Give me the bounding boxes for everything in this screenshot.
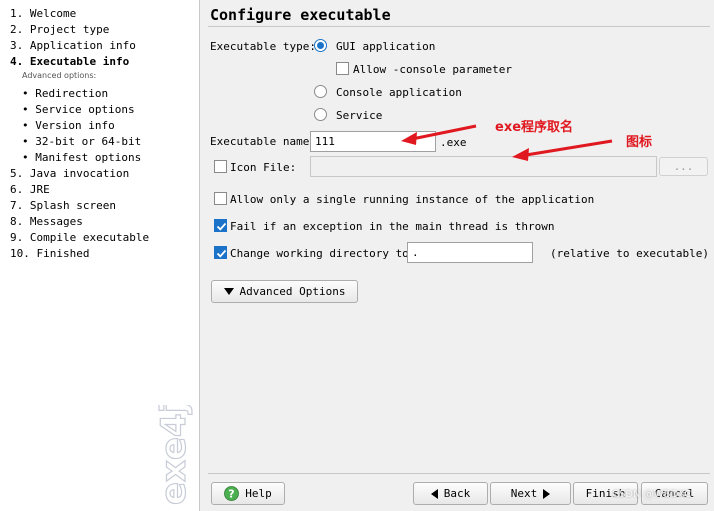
step-project-type[interactable]: 2. Project type xyxy=(10,23,109,36)
icon-file-input[interactable] xyxy=(310,156,657,177)
step-welcome[interactable]: 1. Welcome xyxy=(10,7,76,20)
substep-service-options[interactable]: • Service options xyxy=(22,103,135,116)
relative-note: (relative to executable) xyxy=(550,247,709,260)
back-button[interactable]: Back xyxy=(413,482,488,505)
gui-application-label[interactable]: GUI application xyxy=(336,40,435,53)
icon-file-label[interactable]: Icon File: xyxy=(230,161,296,174)
change-dir-checkbox[interactable] xyxy=(214,246,227,259)
svg-text:exe4j: exe4j xyxy=(154,405,194,505)
triangle-right-icon xyxy=(543,488,551,499)
next-label: Next xyxy=(510,487,538,500)
change-dir-label[interactable]: Change working directory to: xyxy=(230,247,415,260)
executable-name-input[interactable] xyxy=(310,131,436,152)
step-application-info[interactable]: 3. Application info xyxy=(10,39,136,52)
triangle-down-icon xyxy=(223,288,234,295)
single-instance-checkbox[interactable] xyxy=(214,192,227,205)
advanced-options-button[interactable]: Advanced Options xyxy=(211,280,358,303)
triangle-left-icon xyxy=(430,488,438,499)
console-application-radio[interactable] xyxy=(314,85,327,98)
help-label: Help xyxy=(245,487,272,500)
step-finished[interactable]: 10. Finished xyxy=(10,247,89,260)
step-splash-screen[interactable]: 7. Splash screen xyxy=(10,199,116,212)
executable-name-label: Executable name: xyxy=(210,135,316,148)
executable-type-label: Executable type: xyxy=(210,40,316,53)
checkmark-icon xyxy=(216,222,227,231)
exe4j-logo: exe4j xyxy=(153,405,194,505)
watermark: CSDN @WBDXC xyxy=(612,489,692,500)
back-label: Back xyxy=(443,487,471,500)
help-button[interactable]: ? Help xyxy=(211,482,285,505)
fail-exception-label[interactable]: Fail if an exception in the main thread … xyxy=(230,220,555,233)
gui-application-radio[interactable] xyxy=(314,39,327,52)
substep-version-info[interactable]: • Version info xyxy=(22,119,115,132)
substep-32-or-64-bit[interactable]: • 32-bit or 64-bit xyxy=(22,135,141,148)
allow-console-checkbox[interactable] xyxy=(336,62,349,75)
step-messages[interactable]: 8. Messages xyxy=(10,215,83,228)
working-dir-input[interactable] xyxy=(407,242,533,263)
substep-manifest-options[interactable]: • Manifest options xyxy=(22,151,141,164)
step-executable-info[interactable]: 4. Executable info xyxy=(10,55,129,68)
service-label[interactable]: Service xyxy=(336,109,382,122)
advanced-options-label: Advanced Options xyxy=(239,285,346,298)
checkmark-icon xyxy=(216,249,227,258)
advanced-options-heading: Advanced options: xyxy=(22,71,97,80)
footer-divider xyxy=(208,473,710,474)
icon-browse-label: ... xyxy=(673,160,694,173)
icon-file-checkbox[interactable] xyxy=(214,160,227,173)
step-compile-executable[interactable]: 9. Compile executable xyxy=(10,231,149,244)
next-button[interactable]: Next xyxy=(490,482,571,505)
annotation-exe-name: exe程序取名 xyxy=(495,120,574,135)
step-jre[interactable]: 6. JRE xyxy=(10,183,50,196)
help-icon: ? xyxy=(224,486,240,501)
exe-suffix: .exe xyxy=(440,136,467,149)
svg-text:?: ? xyxy=(229,488,235,501)
wizard-sidebar: 1. Welcome 2. Project type 3. Applicatio… xyxy=(0,0,200,511)
single-instance-label[interactable]: Allow only a single running instance of … xyxy=(230,193,594,206)
step-java-invocation[interactable]: 5. Java invocation xyxy=(10,167,129,180)
fail-exception-checkbox[interactable] xyxy=(214,219,227,232)
icon-browse-button[interactable]: ... xyxy=(659,157,708,176)
main-panel: Configure executable Executable type: GU… xyxy=(201,0,714,511)
page-title: Configure executable xyxy=(210,6,391,24)
console-application-label[interactable]: Console application xyxy=(336,86,462,99)
allow-console-label[interactable]: Allow -console parameter xyxy=(353,63,512,76)
substep-redirection[interactable]: • Redirection xyxy=(22,87,108,100)
title-divider xyxy=(208,26,710,27)
service-radio[interactable] xyxy=(314,108,327,121)
annotation-icon: 图标 xyxy=(626,135,653,150)
